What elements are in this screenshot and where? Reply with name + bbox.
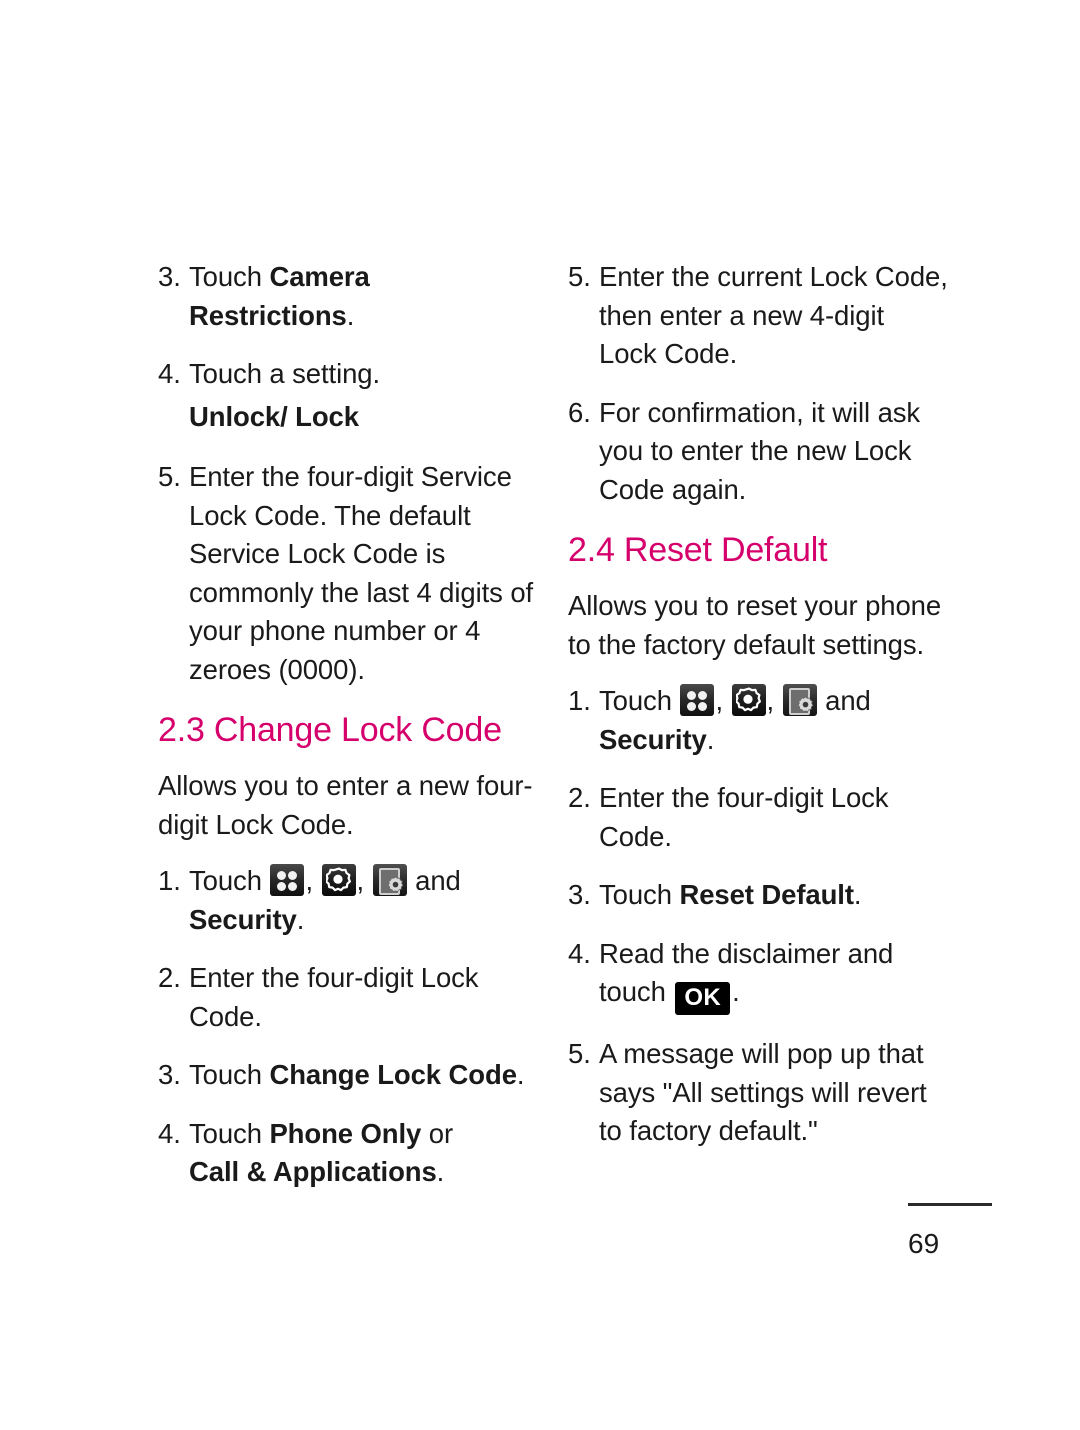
list-item: 2. Enter the four-digit Lock Code. <box>568 779 948 856</box>
step-number: 1. <box>568 685 591 716</box>
section-intro-paragraph: Allows you to enter a new four-digit Loc… <box>158 770 533 840</box>
step-text: Touch Change Lock Code. <box>189 1056 538 1095</box>
step-text-bold-2: Call & Applications <box>189 1156 437 1187</box>
icon-separator: , <box>356 865 372 896</box>
subheading-label: Unlock/ Lock <box>189 400 359 432</box>
step-number: 5. <box>158 461 181 492</box>
icon-separator: , <box>305 865 321 896</box>
step-text-pre: Touch <box>189 261 270 292</box>
icon-separator: , <box>715 685 731 716</box>
step-number: 4. <box>568 937 591 969</box>
step-text: For confirmation, it will ask you to ent… <box>599 396 921 505</box>
step-text-post: . <box>732 976 740 1007</box>
list-item: 3. Touch Reset Default. <box>568 876 948 915</box>
step-number: 3. <box>568 879 591 910</box>
step-text-post: . <box>853 879 862 910</box>
step-text: Enter the current Lock Code, then enter … <box>599 261 948 369</box>
step-text-post: . <box>346 299 355 331</box>
step-text: Touch Phone Only or Call & Applications. <box>189 1115 538 1192</box>
subheading-unlock-lock: Unlock/ Lock <box>158 398 538 437</box>
settings-gear-icon <box>321 864 356 896</box>
step-number: 4. <box>158 358 181 389</box>
list-item: 5. Enter the current Lock Code, then ent… <box>568 258 948 374</box>
step-text: A message will pop up that says "All set… <box>599 1038 927 1146</box>
step-text-end: . <box>706 723 715 755</box>
apps-grid-icon <box>680 684 715 716</box>
list-item: 4. Read the disclaimer and touch OK. <box>568 935 948 1015</box>
step-text-post: and <box>817 685 871 716</box>
left-column: 3. Touch Camera Restrictions. 4. Touch a… <box>158 258 538 1212</box>
right-column: 5. Enter the current Lock Code, then ent… <box>568 258 948 1171</box>
ok-key-glyph: OK <box>675 982 731 1015</box>
step-text-pre: Touch <box>189 1117 270 1149</box>
step-text: Touch Camera Restrictions. <box>189 258 538 335</box>
step-text: Touch a setting. <box>189 358 381 389</box>
step-text-bold: Security <box>599 723 707 755</box>
list-item: 5. Enter the four-digit Service Lock Cod… <box>158 458 538 689</box>
manual-page: 3. Touch Camera Restrictions. 4. Touch a… <box>0 0 1080 1430</box>
list-item: 1. Touch , , and Security. <box>158 862 538 939</box>
step-number: 1. <box>158 865 181 896</box>
step-text-bold-1: Phone Only <box>269 1117 422 1149</box>
step-text-pre: Touch <box>599 685 680 716</box>
step-text-pre: Touch <box>189 1059 270 1090</box>
section-intro-paragraph: Allows you to reset your phone to the fa… <box>568 590 942 660</box>
step-text-pre: Touch <box>599 879 680 910</box>
step-text-pre: Touch <box>189 865 270 896</box>
list-item: 3. Touch Change Lock Code. <box>158 1056 538 1095</box>
section-heading-2-3: 2.3 Change Lock Code <box>158 711 502 749</box>
step-number: 5. <box>568 1038 591 1069</box>
list-item: 1. Touch , , and Security. <box>568 682 948 759</box>
step-text: Enter the four-digit Service Lock Code. … <box>189 461 534 685</box>
step-text-post: . <box>436 1156 445 1187</box>
step-number: 3. <box>158 1059 181 1090</box>
step-text: Touch Reset Default. <box>599 876 948 915</box>
list-item: 4. Touch Phone Only or Call & Applicatio… <box>158 1115 538 1192</box>
step-text: Read the disclaimer and touch OK. <box>599 935 948 1015</box>
step-text: Enter the four-digit Lock Code. <box>189 962 479 1032</box>
list-item: 3. Touch Camera Restrictions. <box>158 258 538 335</box>
step-text-bold: Change Lock Code <box>269 1059 517 1090</box>
list-item: 5. A message will pop up that says "All … <box>568 1035 948 1151</box>
step-text: Touch , , and Security. <box>599 682 948 759</box>
section-heading-2-4: 2.4 Reset Default <box>568 531 828 569</box>
step-number: 2. <box>568 782 591 813</box>
step-number: 6. <box>568 396 591 428</box>
step-text-bold: Security <box>189 903 297 935</box>
step-text-post: . <box>516 1059 525 1090</box>
icon-separator: , <box>766 685 782 716</box>
step-number: 5. <box>568 261 591 292</box>
list-item: 2. Enter the four-digit Lock Code. <box>158 959 538 1036</box>
step-text-bold: Reset Default <box>679 879 854 910</box>
step-text: Touch , , and Security. <box>189 862 538 939</box>
step-text-pre: Read the disclaimer and touch <box>599 937 894 1008</box>
step-number: 3. <box>158 261 181 292</box>
list-item: 6. For confirmation, it will ask you to … <box>568 394 948 510</box>
page-number: 69 <box>908 1228 940 1259</box>
step-number: 4. <box>158 1117 181 1149</box>
two-column-body: 3. Touch Camera Restrictions. 4. Touch a… <box>158 258 948 1212</box>
phone-settings-icon <box>782 684 817 716</box>
subheading-indent <box>158 398 189 437</box>
step-number: 2. <box>158 962 181 993</box>
step-text-post: and <box>407 865 461 896</box>
footer-divider <box>908 1203 992 1206</box>
list-item: 4. Touch a setting. <box>158 355 538 394</box>
apps-grid-icon <box>270 864 305 896</box>
phone-settings-icon <box>372 864 407 896</box>
step-text: Enter the four-digit Lock Code. <box>599 782 889 852</box>
step-text-end: . <box>296 903 305 935</box>
step-text-mid: or <box>421 1117 454 1149</box>
settings-gear-icon <box>731 684 766 716</box>
